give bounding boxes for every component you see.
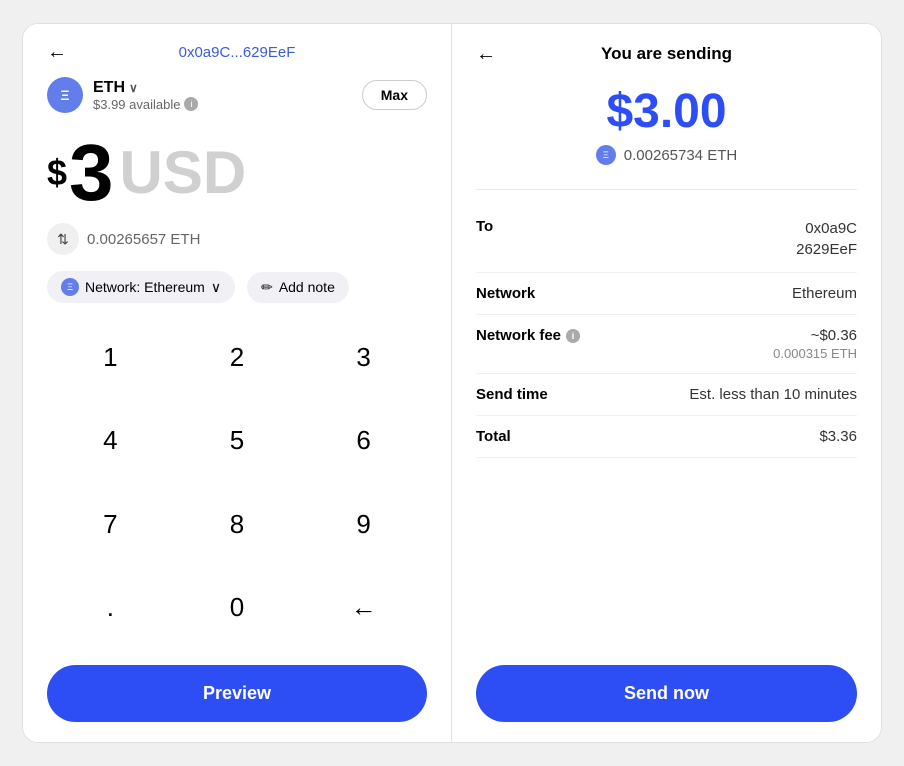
right-back-button[interactable]: ← bbox=[476, 43, 496, 66]
total-label: Total bbox=[476, 428, 511, 445]
network-detail-label: Network bbox=[476, 285, 535, 302]
confirm-panel: ← You are sending $3.00 Ξ 0.00265734 ETH… bbox=[452, 24, 881, 742]
network-chevron-icon: ∨ bbox=[211, 279, 221, 296]
swap-currency-button[interactable]: ⇅ bbox=[47, 223, 79, 255]
numpad-key-7[interactable]: 7 bbox=[47, 490, 174, 558]
numpad-key-9[interactable]: 9 bbox=[300, 490, 427, 558]
to-row: To 0x0a9C 2629EeF bbox=[476, 206, 857, 273]
backspace-key[interactable]: ← bbox=[300, 574, 427, 642]
eth-icon: Ξ bbox=[47, 77, 83, 113]
fee-info-icon: i bbox=[566, 329, 580, 343]
to-label: To bbox=[476, 218, 493, 235]
fee-row: Network fee i ~$0.36 0.000315 ETH bbox=[476, 315, 857, 374]
to-address-line1: 0x0a9C bbox=[796, 218, 857, 239]
fee-usd-value: ~$0.36 bbox=[773, 327, 857, 344]
amount-display: $ 3 USD bbox=[47, 133, 427, 213]
to-address-line2: 2629EeF bbox=[796, 239, 857, 260]
numpad-key-8[interactable]: 8 bbox=[174, 490, 301, 558]
network-selector[interactable]: Ξ Network: Ethereum ∨ bbox=[47, 271, 235, 303]
sending-amount-section: $3.00 Ξ 0.00265734 ETH bbox=[476, 84, 857, 165]
fee-label: Network fee i bbox=[476, 327, 580, 344]
send-panel: ← 0x0a9C...629EeF Ξ ETH ∨ $3.99 availabl… bbox=[23, 24, 452, 742]
sending-usd-amount: $3.00 bbox=[476, 84, 857, 139]
numpad-key-5[interactable]: 5 bbox=[174, 407, 301, 475]
decimal-key[interactable]: . bbox=[47, 574, 174, 642]
max-button[interactable]: Max bbox=[362, 80, 427, 110]
confirm-title: You are sending bbox=[601, 44, 732, 64]
send-time-row: Send time Est. less than 10 minutes bbox=[476, 374, 857, 416]
sending-eth-amount: 0.00265734 ETH bbox=[624, 147, 737, 164]
wallet-address: 0x0a9C...629EeF bbox=[179, 44, 296, 61]
send-time-value: Est. less than 10 minutes bbox=[689, 386, 857, 403]
numpad-key-1[interactable]: 1 bbox=[47, 323, 174, 391]
eth-amount: 0.00265657 ETH bbox=[87, 231, 200, 248]
token-balance: $3.99 available i bbox=[93, 97, 198, 112]
total-value: $3.36 bbox=[819, 428, 857, 445]
network-detail-row: Network Ethereum bbox=[476, 273, 857, 315]
eth-equivalent-row: ⇅ 0.00265657 ETH bbox=[47, 223, 427, 255]
numpad-key-2[interactable]: 2 bbox=[174, 323, 301, 391]
preview-button[interactable]: Preview bbox=[47, 665, 427, 722]
left-header: ← 0x0a9C...629EeF bbox=[47, 44, 427, 61]
numpad-key-4[interactable]: 4 bbox=[47, 407, 174, 475]
send-time-label: Send time bbox=[476, 386, 548, 403]
token-row: Ξ ETH ∨ $3.99 available i Max bbox=[47, 77, 427, 113]
right-header: ← You are sending bbox=[476, 44, 857, 64]
add-note-label: Add note bbox=[279, 279, 335, 295]
token-name: ETH ∨ bbox=[93, 79, 198, 97]
numpad-key-6[interactable]: 6 bbox=[300, 407, 427, 475]
network-detail-value: Ethereum bbox=[792, 285, 857, 302]
info-icon: i bbox=[184, 97, 198, 111]
pencil-icon: ✏ bbox=[261, 279, 273, 296]
network-label: Network: Ethereum bbox=[85, 279, 205, 295]
app-container: ← 0x0a9C...629EeF Ξ ETH ∨ $3.99 availabl… bbox=[22, 23, 882, 743]
dollar-sign: $ bbox=[47, 152, 67, 194]
add-note-button[interactable]: ✏ Add note bbox=[247, 272, 349, 303]
numpad-key-3[interactable]: 3 bbox=[300, 323, 427, 391]
fee-value-group: ~$0.36 0.000315 ETH bbox=[773, 327, 857, 361]
token-info[interactable]: Ξ ETH ∨ $3.99 available i bbox=[47, 77, 198, 113]
token-text: ETH ∨ $3.99 available i bbox=[93, 79, 198, 112]
divider bbox=[476, 189, 857, 190]
left-back-button[interactable]: ← bbox=[47, 41, 67, 64]
total-row: Total $3.36 bbox=[476, 416, 857, 458]
fee-eth-value: 0.000315 ETH bbox=[773, 346, 857, 361]
sending-eth-icon: Ξ bbox=[596, 145, 616, 165]
numpad-key-0[interactable]: 0 bbox=[174, 574, 301, 642]
to-address: 0x0a9C 2629EeF bbox=[796, 218, 857, 260]
details-container: To 0x0a9C 2629EeF Network Ethereum Netwo… bbox=[476, 206, 857, 722]
token-chevron-icon: ∨ bbox=[129, 81, 138, 95]
amount-currency: USD bbox=[120, 143, 247, 203]
send-now-button[interactable]: Send now bbox=[476, 665, 857, 722]
sending-eth-row: Ξ 0.00265734 ETH bbox=[476, 145, 857, 165]
amount-number: 3 bbox=[69, 133, 114, 213]
numpad: 123 456 789.0← bbox=[47, 323, 427, 657]
network-eth-icon: Ξ bbox=[61, 278, 79, 296]
network-row: Ξ Network: Ethereum ∨ ✏ Add note bbox=[47, 271, 427, 303]
